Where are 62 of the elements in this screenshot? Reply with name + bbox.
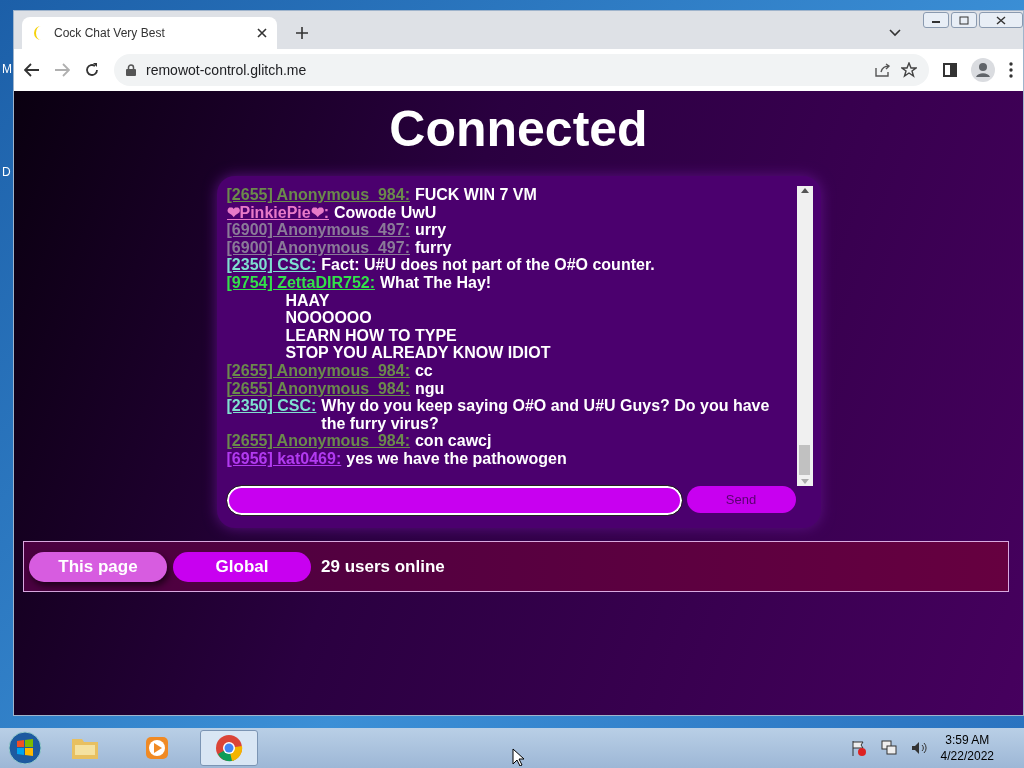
flag-icon[interactable] <box>850 740 867 756</box>
menu-icon[interactable] <box>1009 62 1013 78</box>
message-text: ngu <box>414 379 445 398</box>
message-text: Cowode UwU <box>334 203 437 222</box>
browser-tab[interactable]: Cock Chat Very Best <box>22 17 277 49</box>
star-icon[interactable] <box>901 62 917 78</box>
username-link[interactable]: [2655] Anonymous_984: <box>226 186 410 204</box>
desktop-icon-label[interactable]: M <box>2 60 12 78</box>
reload-icon[interactable] <box>84 62 100 78</box>
clock-date: 4/22/2022 <box>940 748 994 764</box>
new-tab-icon[interactable] <box>295 26 309 40</box>
volume-icon[interactable] <box>910 740 927 756</box>
username-link[interactable]: [2655] Anonymous_984: <box>226 379 410 398</box>
message-text: cc <box>414 361 433 380</box>
message-text: urry <box>414 221 447 239</box>
network-icon[interactable] <box>880 740 897 756</box>
scope-tab[interactable]: This page <box>29 551 167 582</box>
scope-tab[interactable]: Global <box>173 551 311 582</box>
username-link[interactable]: [6900] Anonymous_497: <box>226 238 410 257</box>
username-link[interactable]: [9754] ZettaDIR752: <box>226 273 375 292</box>
message-text: Fact: U#U does not part of the O#O counter. <box>321 256 655 274</box>
message-text: yes we have the pathowogen <box>346 449 567 468</box>
username-link[interactable]: ❤PinkiePie❤: <box>226 203 329 222</box>
cursor-icon <box>512 748 524 766</box>
scroll-up-icon[interactable] <box>800 188 809 193</box>
message-input[interactable] <box>226 486 682 515</box>
start-orb-icon[interactable] <box>8 731 42 765</box>
message-text: FUCK WIN 7 VM <box>414 186 537 204</box>
scrollbar-thumb[interactable] <box>799 445 810 475</box>
username-link[interactable]: [2350] CSC: <box>226 397 317 433</box>
close-icon[interactable] <box>257 28 267 38</box>
tab-title: Cock Chat Very Best <box>54 25 166 42</box>
username-link[interactable]: [6956] kat0469: <box>226 449 342 468</box>
message-text: STOP YOU ALREADY KNOW IDIOT <box>284 344 552 362</box>
desktop-icon-label[interactable]: D <box>2 163 11 181</box>
username-link[interactable]: [6900] Anonymous_497: <box>226 221 410 239</box>
username-link[interactable]: [2655] Anonymous_984: <box>226 361 410 380</box>
username-link[interactable]: [2655] Anonymous_984: <box>226 432 410 450</box>
message-text: LEARN HOW TO TYPE <box>284 326 458 345</box>
username-link[interactable]: [2350] CSC: <box>226 256 317 274</box>
address-bar[interactable]: remowot-control.glitch.me <box>114 54 929 86</box>
chrome-icon[interactable] <box>214 733 244 763</box>
message-text: Why do you keep saying O#O and U#U Guys? Do you have the furry virus? <box>321 397 771 433</box>
back-icon[interactable] <box>24 63 40 77</box>
message-text: con cawcj <box>414 432 492 450</box>
scrollbar[interactable] <box>796 186 813 486</box>
send-button[interactable]: Send <box>686 486 796 513</box>
close-icon[interactable] <box>995 15 1007 25</box>
clock-time: 3:59 AM <box>944 732 991 748</box>
url-text: remowot-control.glitch.me <box>146 60 308 80</box>
message-text: HAAY <box>284 291 331 310</box>
side-panel-icon[interactable] <box>943 63 957 77</box>
message-text: What The Hay! <box>380 273 492 292</box>
chevron-down-icon[interactable] <box>889 29 901 37</box>
page-heading: Connected <box>389 100 648 159</box>
message-text: furry <box>414 238 452 257</box>
share-icon[interactable] <box>875 63 891 77</box>
profile-icon[interactable] <box>971 58 995 82</box>
lock-icon <box>126 64 136 76</box>
message-text: NOOOOOO <box>284 309 373 327</box>
online-count: 29 users online <box>321 555 445 578</box>
maximize-icon[interactable] <box>958 15 970 25</box>
